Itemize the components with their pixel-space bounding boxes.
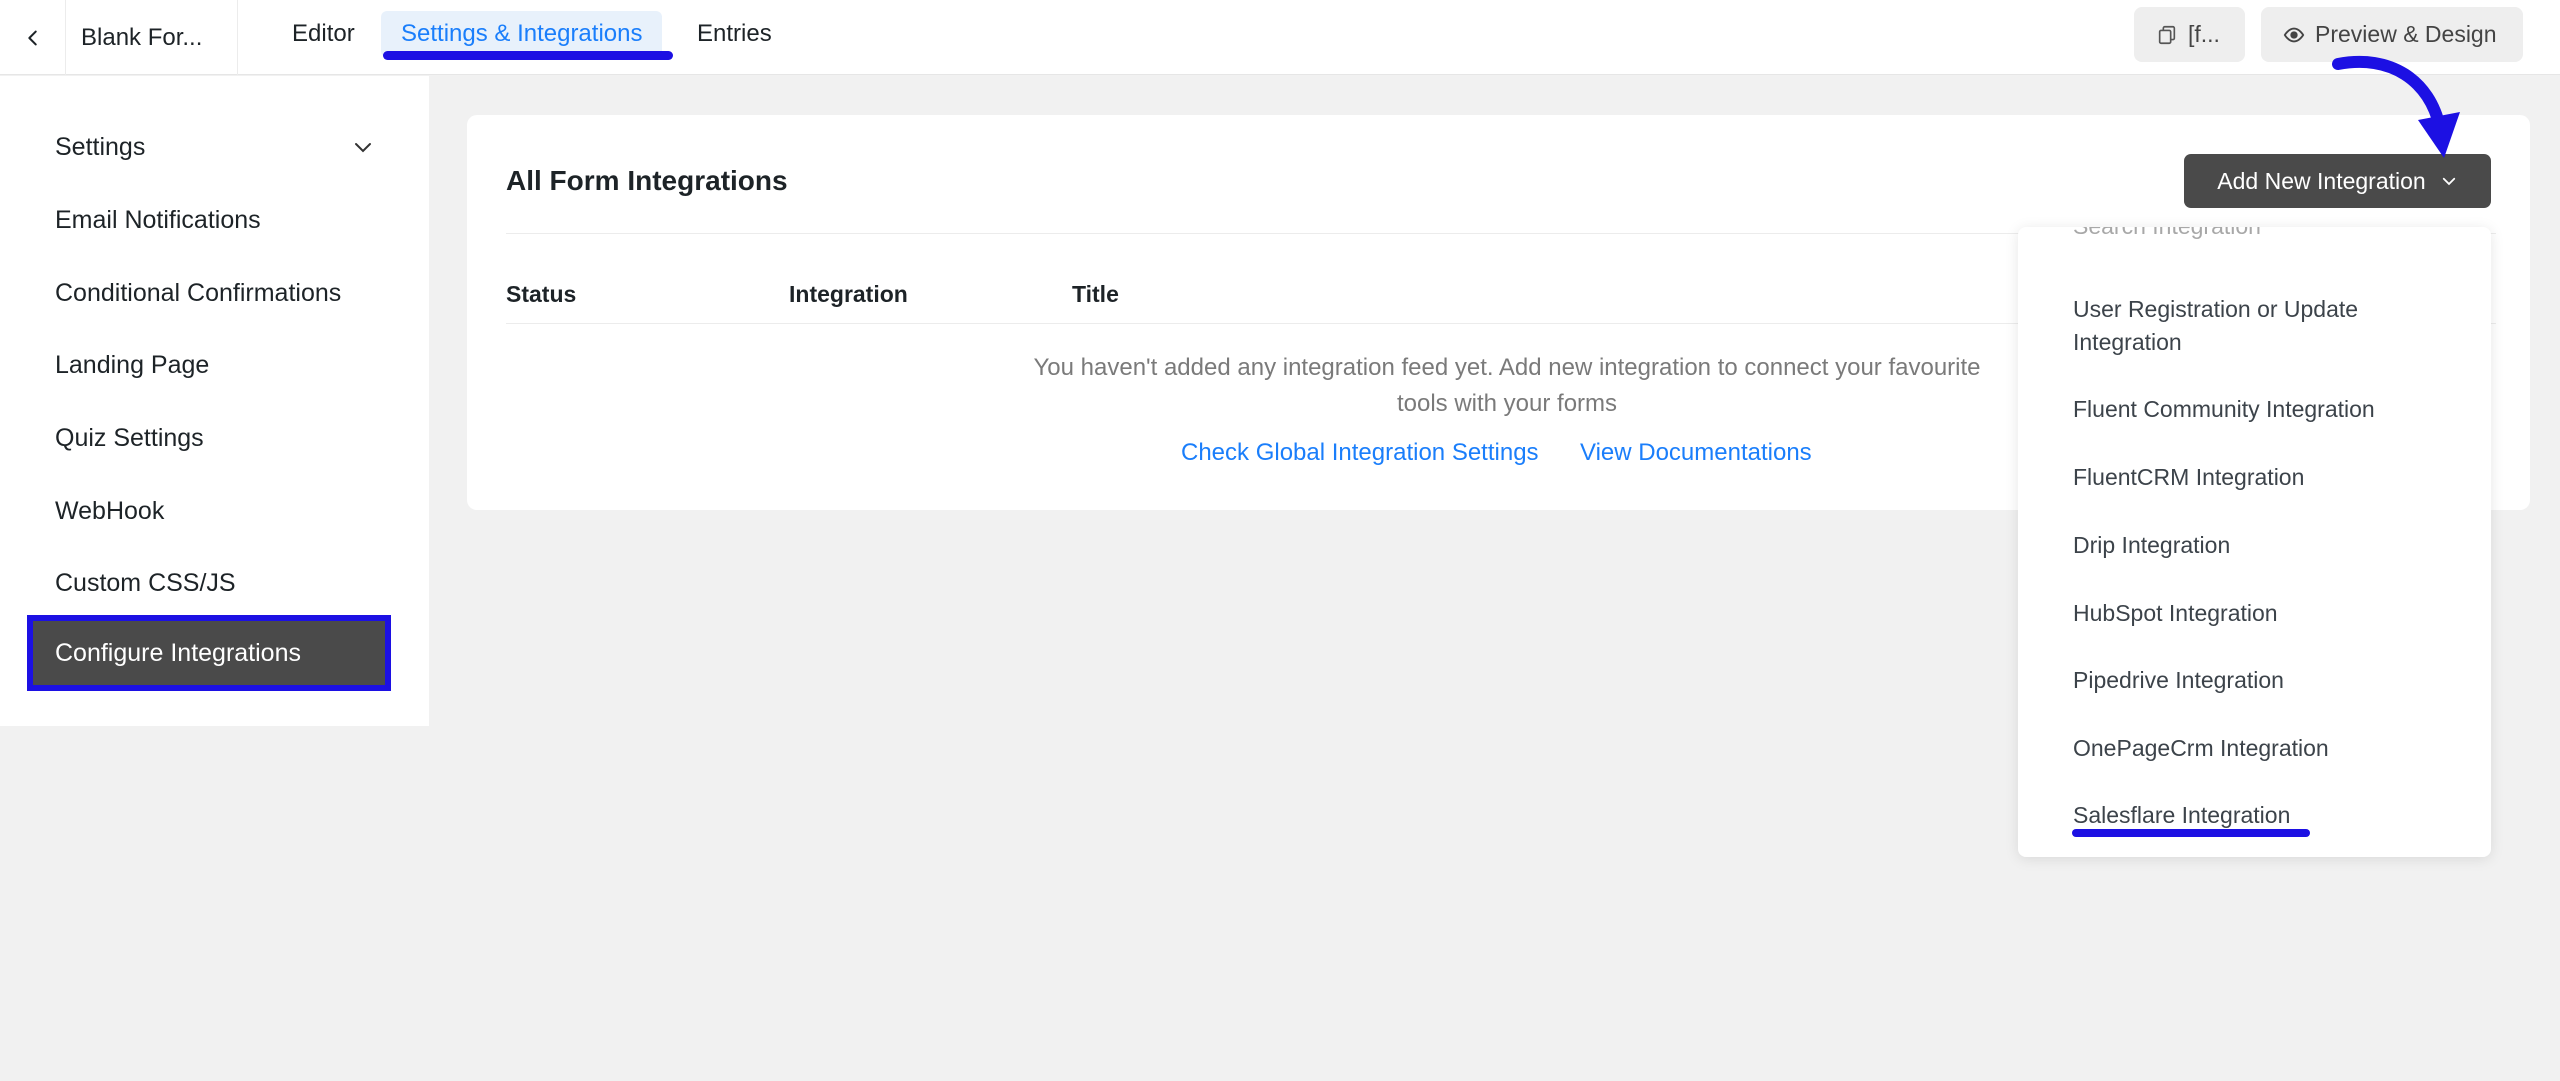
annotation-arrow-icon (2332, 55, 2460, 158)
sidebar-item-webhook[interactable]: WebHook (55, 486, 375, 536)
shortcode-label: [f... (2188, 21, 2220, 47)
page-title: All Form Integrations (506, 165, 788, 196)
add-new-integration-label: Add New Integration (2217, 167, 2426, 194)
sidebar-item-label: Settings (55, 133, 146, 161)
sidebar-item-email-notifications[interactable]: Email Notifications (55, 195, 375, 245)
empty-state-message: You haven't added any integration feed y… (1033, 354, 1981, 417)
top-bar: Blank For... Editor Settings & Integrati… (0, 0, 2560, 75)
annotation-underline-salesflare (2072, 829, 2310, 837)
chevron-down-icon (2442, 177, 2455, 186)
preview-design-label: Preview & Design (2315, 21, 2497, 47)
eye-icon (2283, 27, 2305, 42)
column-header-title: Title (1072, 281, 1119, 307)
dropdown-item-hubspot[interactable]: HubSpot Integration (2073, 597, 2453, 630)
sidebar-item-settings[interactable]: Settings (55, 122, 375, 172)
chevron-left-icon (27, 30, 37, 45)
dropdown-item-drip[interactable]: Drip Integration (2073, 529, 2453, 562)
view-documentations-link[interactable]: View Documentations (1580, 439, 1812, 467)
sidebar-item-conditional-confirmations[interactable]: Conditional Confirmations (55, 268, 375, 318)
tab-entries[interactable]: Entries (677, 11, 792, 57)
settings-sidebar: Settings Email Notifications Conditional… (0, 76, 429, 726)
dropdown-item-user-registration[interactable]: User Registration or Update Integration (2073, 293, 2453, 359)
shortcode-button[interactable]: [f... (2134, 7, 2245, 62)
back-button[interactable] (0, 0, 66, 75)
tab-editor[interactable]: Editor (272, 11, 375, 57)
dropdown-item-fluentcrm[interactable]: FluentCRM Integration (2073, 461, 2453, 494)
check-global-settings-link[interactable]: Check Global Integration Settings (1181, 439, 1539, 467)
column-header-status: Status (506, 281, 577, 307)
integration-dropdown-menu: Search Integration User Registration or … (2018, 227, 2491, 857)
chevron-down-icon (355, 143, 371, 153)
dropdown-item-pipedrive[interactable]: Pipedrive Integration (2073, 664, 2453, 697)
sidebar-item-quiz-settings[interactable]: Quiz Settings (55, 413, 375, 463)
sidebar-item-configure-integrations[interactable]: Configure Integrations (27, 615, 391, 691)
dropdown-item-salesflare[interactable]: Salesflare Integration (2073, 799, 2453, 832)
sidebar-item-landing-page[interactable]: Landing Page (55, 340, 375, 390)
column-header-integration: Integration (789, 281, 908, 307)
form-title: Blank For... (66, 0, 238, 75)
sidebar-item-custom-css-js[interactable]: Custom CSS/JS (55, 558, 375, 608)
annotation-underline-tab (383, 51, 673, 60)
dropdown-item-fluent-community[interactable]: Fluent Community Integration (2073, 393, 2453, 426)
dropdown-item-onepagecrm[interactable]: OnePageCrm Integration (2073, 732, 2453, 765)
copy-icon (2158, 25, 2176, 44)
search-integration-input[interactable]: Search Integration (2073, 227, 2261, 240)
